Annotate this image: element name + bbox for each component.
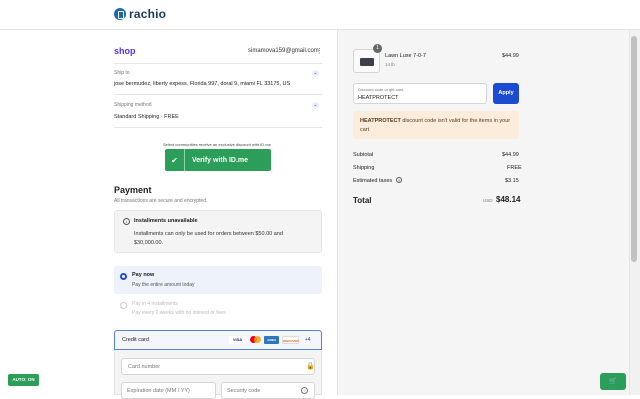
rachio-logo-icon bbox=[114, 8, 126, 20]
subtotal-label: Subtotal bbox=[353, 152, 374, 158]
discount-code-label: Discount code or gift card bbox=[358, 87, 404, 92]
discount-code-input[interactable]: Discount code or gift card HEATPROTECT bbox=[353, 83, 487, 104]
payment-subtitle: All transactions are secure and encrypte… bbox=[114, 198, 208, 204]
shipping-method-label: Shipping method bbox=[114, 102, 152, 108]
discount-warning-text: HEATPROTECT discount code isn't valid fo… bbox=[360, 117, 512, 135]
expiration-placeholder: Expiration date (MM / YY) bbox=[127, 388, 190, 394]
account-email: simamova159@gmail.com bbox=[248, 48, 319, 54]
subtotal-value: $44.99 bbox=[502, 152, 519, 158]
expiration-field[interactable]: Expiration date (MM / YY) bbox=[121, 382, 216, 399]
cart-button[interactable]: 🛒 bbox=[600, 373, 626, 390]
check-shield-icon: ✔ bbox=[165, 149, 185, 171]
installments-notice: i Installments unavailable Installments … bbox=[114, 210, 322, 253]
ship-to-address: jose bermudez, liberty expess, Florida 9… bbox=[114, 81, 291, 87]
card-number-field[interactable]: Card number 🔒 bbox=[121, 358, 315, 375]
currency-code: USD bbox=[483, 198, 493, 203]
discover-icon: DISCOVER bbox=[282, 336, 299, 344]
credit-card-form: Card number 🔒 Expiration date (MM / YY) … bbox=[114, 350, 322, 399]
pay-now-label: Pay now bbox=[132, 272, 155, 278]
installments-title: Installments unavailable bbox=[134, 218, 198, 224]
discount-code-value: HEATPROTECT bbox=[358, 95, 399, 101]
product-weight: 14 lb bbox=[385, 62, 395, 67]
divider bbox=[114, 94, 322, 95]
payment-title: Payment bbox=[114, 185, 152, 195]
lock-icon: 🔒 bbox=[306, 363, 315, 370]
top-bar: rachio bbox=[0, 0, 640, 30]
credit-card-option[interactable]: Credit card VISA AMEX DISCOVER +4 bbox=[114, 330, 322, 350]
product-bag-image bbox=[360, 58, 374, 66]
shipping-label: Shipping bbox=[353, 165, 375, 171]
total-value: $48.14 bbox=[496, 195, 521, 204]
taxes-label: Estimated taxes bbox=[353, 178, 393, 184]
security-code-placeholder: Security code bbox=[227, 388, 261, 394]
more-cards-count: +4 bbox=[305, 337, 311, 343]
product-price: $44.99 bbox=[502, 53, 519, 59]
verify-idme-label: Verify with ID.me bbox=[192, 156, 249, 164]
help-icon[interactable]: ? bbox=[301, 387, 308, 394]
quantity-badge: 1 bbox=[373, 44, 382, 53]
pay-in-4-radio[interactable] bbox=[120, 302, 127, 309]
scrollbar-thumb[interactable] bbox=[631, 36, 637, 262]
divider bbox=[114, 63, 322, 64]
credit-card-label: Credit card bbox=[122, 337, 149, 343]
taxes-value: $3.15 bbox=[505, 178, 519, 184]
cart-icon: 🛒 bbox=[608, 378, 618, 385]
warning-code: HEATPROTECT bbox=[360, 118, 401, 124]
mastercard-icon bbox=[249, 336, 261, 344]
ship-to-chevron-icon[interactable]: ⌄ bbox=[312, 70, 319, 77]
idme-note: Select communities receive an exclusive … bbox=[163, 142, 271, 147]
taxes-help-icon[interactable]: ? bbox=[396, 177, 402, 183]
verify-idme-button[interactable]: ✔ Verify with ID.me bbox=[165, 149, 271, 171]
account-menu-icon[interactable]: ⋮ bbox=[316, 47, 323, 55]
ship-to-label: Ship to bbox=[114, 70, 130, 76]
pay-now-subtext: Pay the entire amount today bbox=[132, 282, 195, 288]
shipping-method-value: Standard Shipping · FREE bbox=[114, 114, 179, 120]
pay-in-4-label: Pay in 4 installments bbox=[132, 301, 178, 307]
discount-warning: HEATPROTECT discount code isn't valid fo… bbox=[353, 111, 519, 139]
shop-pay-label: shop bbox=[114, 46, 136, 56]
security-code-field[interactable]: Security code ? bbox=[221, 382, 315, 399]
divider bbox=[114, 127, 322, 128]
pay-now-option[interactable]: Pay now Pay the entire amount today bbox=[114, 266, 322, 294]
amex-icon: AMEX bbox=[264, 336, 279, 344]
visa-icon: VISA bbox=[229, 336, 246, 344]
shipping-method-chevron-icon[interactable]: ⌄ bbox=[312, 102, 319, 109]
installments-text: Installments can only be used for orders… bbox=[134, 231, 283, 246]
pay-in-4-subtext: Pay every 2 weeks with no interest or fe… bbox=[132, 310, 226, 316]
card-number-placeholder: Card number bbox=[128, 364, 161, 370]
brand-name: rachio bbox=[129, 7, 167, 21]
brand-logo[interactable]: rachio bbox=[114, 7, 166, 21]
total-label: Total bbox=[353, 196, 372, 205]
pay-now-radio[interactable] bbox=[120, 273, 127, 280]
product-name: Lawn Luxe 7-0-7 bbox=[385, 53, 426, 59]
info-icon: i bbox=[123, 218, 130, 225]
auto-toggle-button[interactable]: AUTO: ON bbox=[8, 374, 39, 386]
apply-button[interactable]: Apply bbox=[493, 83, 519, 104]
shipping-value: FREE bbox=[507, 165, 522, 171]
